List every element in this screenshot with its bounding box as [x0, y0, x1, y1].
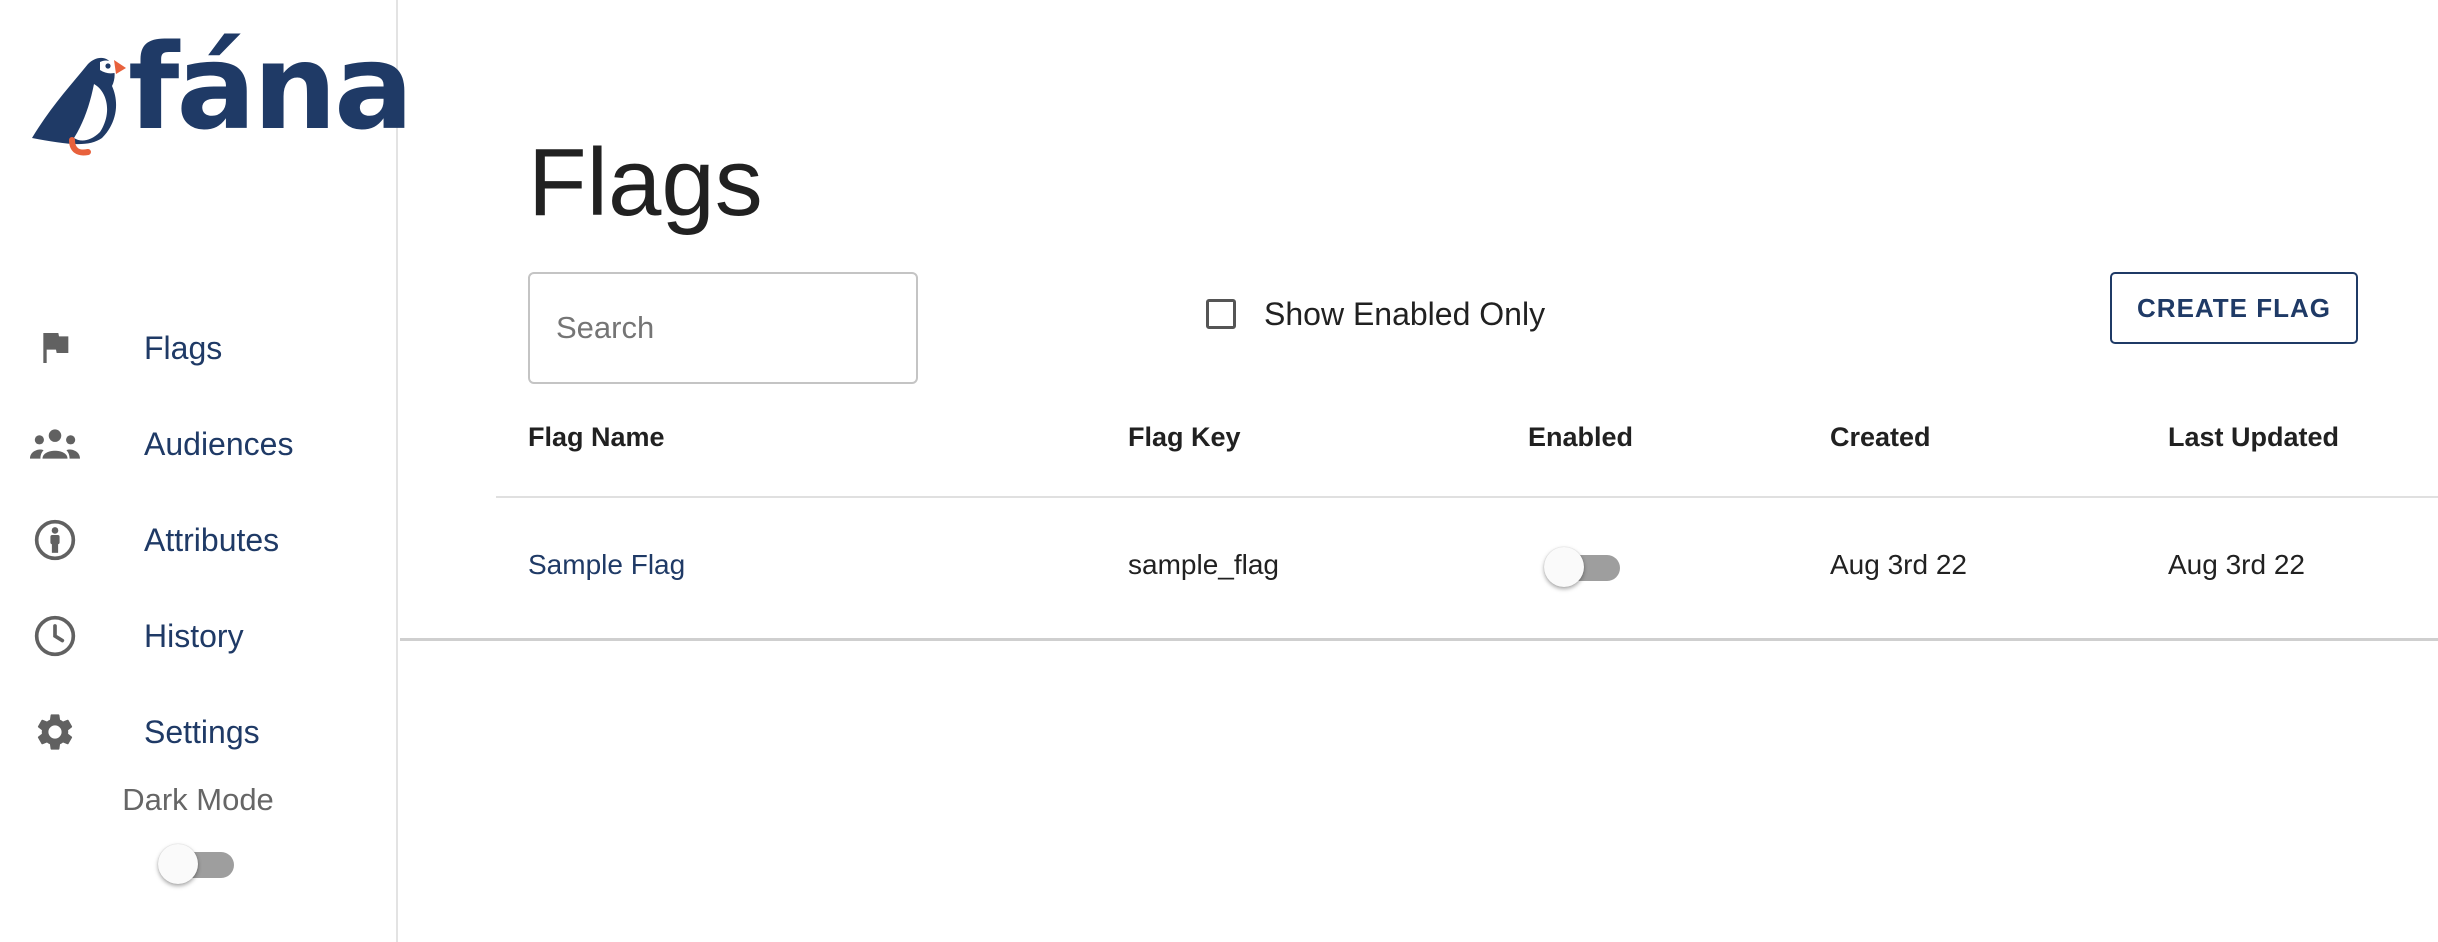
sidebar-item-label: Settings [144, 714, 260, 750]
logo-wordmark: fána [128, 18, 414, 156]
toggle-thumb [158, 844, 198, 884]
dark-mode-label: Dark Mode [122, 782, 274, 817]
toggle-thumb [1544, 547, 1584, 587]
sidebar-nav: Flags Audiences Attributes History Setti… [0, 300, 396, 780]
sidebar-item-label: History [144, 618, 244, 654]
flag-key-cell: sample_flag [1128, 549, 1279, 580]
sidebar-item-label: Audiences [144, 426, 294, 462]
fana-logo[interactable]: fána [28, 28, 414, 159]
flag-enabled-toggle[interactable] [1544, 545, 1620, 589]
column-header-last-updated[interactable]: Last Updated [2168, 422, 2339, 453]
checkbox-box[interactable] [1206, 299, 1236, 329]
table-row: Sample Flag sample_flag Aug 3rd 22 Aug 3… [496, 498, 2438, 640]
sidebar-item-label: Attributes [144, 522, 280, 558]
sidebar-item-history[interactable]: History [0, 588, 396, 684]
flag-icon [30, 326, 80, 370]
app-window: fána Flags Audiences Attributes History … [0, 0, 2438, 942]
column-header-flag-name[interactable]: Flag Name [528, 422, 665, 453]
page-title: Flags [528, 129, 763, 236]
sidebar-item-settings[interactable]: Settings [0, 684, 396, 780]
flag-name-link[interactable]: Sample Flag [528, 549, 685, 581]
sidebar-item-attributes[interactable]: Attributes [0, 492, 396, 588]
table-bottom-divider [400, 638, 2438, 641]
column-header-enabled[interactable]: Enabled [1528, 422, 1633, 453]
sidebar-item-audiences[interactable]: Audiences [0, 396, 396, 492]
clock-icon [30, 614, 80, 658]
sidebar-item-flags[interactable]: Flags [0, 300, 396, 396]
puffin-logo-icon [32, 57, 126, 156]
search-input[interactable] [528, 272, 918, 384]
column-header-created[interactable]: Created [1830, 422, 1931, 453]
dark-mode-toggle[interactable] [158, 842, 234, 886]
gear-icon [30, 710, 80, 754]
info-person-icon [30, 518, 80, 562]
sidebar: fána Flags Audiences Attributes History … [0, 0, 414, 942]
show-enabled-only-checkbox[interactable]: Show Enabled Only [1206, 294, 1545, 334]
created-date-cell: Aug 3rd 22 [1830, 549, 1967, 580]
checkbox-label: Show Enabled Only [1264, 295, 1546, 332]
create-flag-button[interactable]: CREATE FLAG [2110, 272, 2358, 344]
sidebar-item-label: Flags [144, 330, 223, 366]
last-updated-cell: Aug 3rd 22 [2168, 549, 2305, 580]
people-icon [30, 422, 80, 466]
column-header-flag-key[interactable]: Flag Key [1128, 422, 1241, 453]
